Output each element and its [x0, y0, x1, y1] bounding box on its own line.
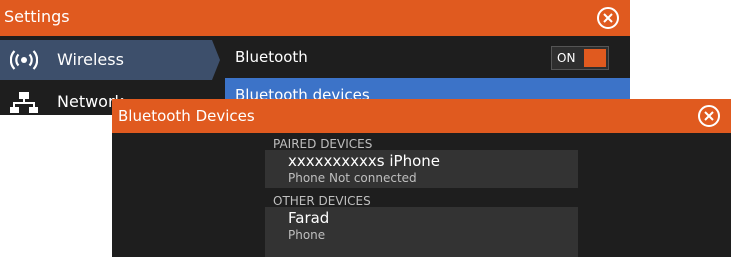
bluetooth-row[interactable]: Bluetooth ON: [225, 40, 630, 76]
toggle-state-label: ON: [557, 51, 576, 65]
settings-titlebar: Settings: [0, 0, 630, 36]
device-name: xxxxxxxxxxs iPhone: [288, 152, 440, 170]
other-devices-header: OTHER DEVICES: [273, 194, 371, 208]
settings-close-button[interactable]: [597, 7, 619, 29]
device-name: Farad: [288, 209, 330, 227]
sidebar-item-wireless[interactable]: Wireless: [0, 40, 220, 80]
paired-devices-header: PAIRED DEVICES: [273, 137, 373, 151]
bluetooth-toggle[interactable]: ON: [551, 46, 609, 70]
device-item-paired[interactable]: xxxxxxxxxxs iPhone Phone Not connected: [265, 150, 578, 188]
close-icon: [704, 111, 714, 121]
device-item-other[interactable]: Farad Phone: [265, 207, 578, 257]
sidebar-item-label: Wireless: [57, 50, 124, 69]
dialog-close-button[interactable]: [698, 105, 720, 127]
device-status: Phone Not connected: [288, 171, 417, 185]
settings-title: Settings: [4, 7, 70, 26]
dialog-title: Bluetooth Devices: [118, 107, 255, 125]
device-status: Phone: [288, 228, 326, 242]
close-icon: [603, 13, 613, 23]
dialog-titlebar: Bluetooth Devices: [112, 99, 731, 133]
bluetooth-label: Bluetooth: [235, 48, 308, 66]
bluetooth-devices-dialog: Bluetooth Devices PAIRED DEVICES xxxxxxx…: [112, 99, 731, 257]
settings-window: Settings Wireless Network Bluetooth ON B…: [0, 0, 630, 115]
toggle-knob: [584, 49, 606, 67]
network-icon: [10, 92, 38, 113]
wireless-icon: [10, 50, 38, 70]
